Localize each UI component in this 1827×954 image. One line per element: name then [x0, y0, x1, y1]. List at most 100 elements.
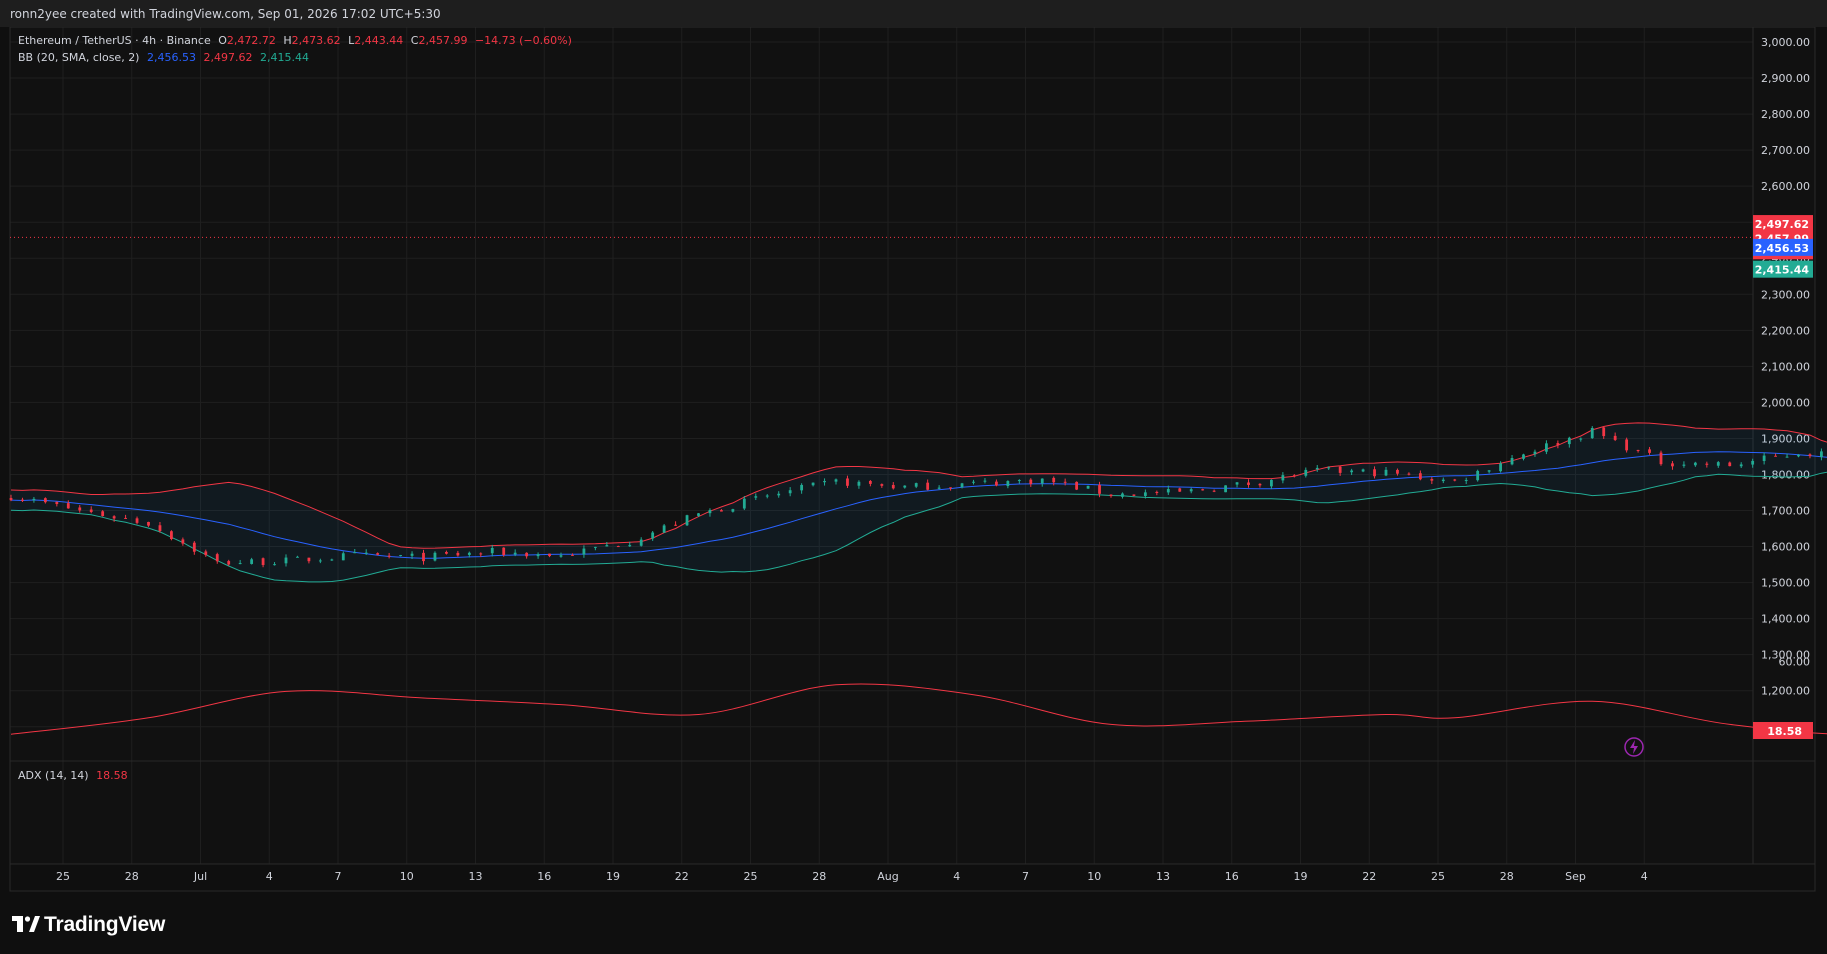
candle-body	[1522, 454, 1525, 459]
legend-open-label: O	[218, 34, 227, 47]
time-tick-label: 4	[953, 870, 960, 883]
candle-body	[433, 552, 437, 561]
candle-body	[1121, 493, 1124, 497]
candle-body	[571, 554, 574, 556]
time-tick-label: 13	[469, 870, 483, 883]
candle-body	[857, 481, 861, 486]
candle-body	[1052, 477, 1056, 483]
candle-body	[651, 532, 655, 539]
candle-body	[1625, 439, 1629, 451]
candle-body	[135, 518, 139, 523]
price-tick-label: 2,900.00	[1761, 72, 1810, 85]
time-tick-label: 25	[56, 870, 70, 883]
candle-body	[55, 501, 59, 505]
time-tick-label: 16	[1225, 870, 1239, 883]
footer	[0, 893, 1827, 954]
legend-high-label: H	[283, 34, 292, 47]
candle-body	[1212, 490, 1216, 492]
bb-upper-value: 2,497.62	[203, 51, 253, 64]
candle-body	[1556, 443, 1560, 446]
candle-body	[490, 547, 494, 554]
candle-body	[147, 521, 150, 526]
time-tick-label: 19	[606, 870, 620, 883]
price-tick-label: 1,700.00	[1761, 505, 1810, 518]
adx-legend: ADX (14, 14) 18.58	[18, 769, 132, 782]
price-tick-label: 2,000.00	[1761, 396, 1810, 409]
candle-body	[1579, 438, 1583, 440]
candle-body	[559, 555, 563, 557]
time-tick-label: 4	[1641, 870, 1648, 883]
candle-body	[1075, 481, 1079, 490]
candle-body	[1029, 479, 1033, 485]
candle-body	[78, 507, 82, 511]
candle-body	[1017, 480, 1021, 482]
candle-body	[261, 558, 265, 565]
candle-body	[628, 545, 632, 547]
candle-body	[1797, 454, 1800, 457]
candle-body	[1006, 481, 1010, 487]
candle-body	[880, 484, 884, 486]
candle-body	[1430, 478, 1434, 481]
candle-body	[983, 480, 987, 482]
candle-body	[731, 509, 735, 512]
candle-body	[158, 525, 162, 531]
candle-body	[720, 510, 723, 512]
candle-body	[284, 557, 288, 564]
adx-legend-value: 18.58	[96, 769, 128, 782]
time-tick-label: 7	[335, 870, 342, 883]
price-tick-label: 1,200.00	[1761, 685, 1810, 698]
candle-body	[1327, 467, 1331, 469]
candle-body	[32, 498, 36, 501]
candle-body	[914, 483, 918, 487]
candle-body	[1545, 443, 1548, 452]
adx-label: ADX (14, 14)	[18, 769, 89, 782]
candle-body	[1464, 479, 1468, 481]
candle-body	[1292, 475, 1296, 477]
candle-body	[513, 552, 517, 555]
candle-body	[1671, 463, 1674, 467]
time-tick-label: 28	[125, 870, 139, 883]
candle-body	[1693, 462, 1697, 466]
candle-body	[1235, 482, 1239, 485]
tradingview-mark-icon	[12, 915, 40, 933]
time-tick-label: Jul	[193, 870, 207, 883]
candle-body	[582, 548, 586, 555]
candle-body	[685, 515, 689, 526]
candle-body	[1098, 484, 1101, 494]
candle-body	[192, 542, 196, 552]
time-tick-label: 28	[812, 870, 826, 883]
candle-body	[318, 560, 322, 562]
candle-body	[949, 487, 952, 489]
candle-body	[1132, 494, 1136, 496]
candle-body	[181, 539, 185, 544]
time-tick-label: Aug	[877, 870, 898, 883]
candle-body	[639, 539, 643, 546]
candle-body	[1384, 469, 1388, 476]
candle-body	[1613, 435, 1617, 440]
candle-body	[101, 511, 105, 517]
bb-label: BB (20, SMA, close, 2)	[18, 51, 140, 64]
chart-canvas[interactable]: 3,000.00 2,900.00 2,800.00 2,700.00 2,600.00…	[0, 27, 1827, 893]
candle-body	[525, 552, 529, 557]
candle-body	[1510, 458, 1514, 465]
candle-body	[1247, 482, 1250, 485]
legend-high: 2,473.62	[291, 34, 341, 47]
candle-body	[960, 483, 964, 488]
candle-body	[445, 551, 448, 554]
adx-pane	[10, 762, 1815, 864]
time-tick-label: 10	[1087, 870, 1101, 883]
price-tick-label: 1,600.00	[1761, 541, 1810, 554]
price-label-text: 2,415.44	[1755, 264, 1810, 277]
candle-body	[903, 485, 907, 488]
candle-body	[66, 503, 70, 509]
candle-body	[708, 509, 712, 514]
candle-body	[1373, 469, 1376, 477]
time-tick-label: 13	[1156, 870, 1170, 883]
candle-body	[1281, 475, 1285, 481]
candle-body	[891, 484, 895, 489]
price-tick-label: 1,400.00	[1761, 613, 1810, 626]
candle-body	[399, 555, 402, 557]
tradingview-logo: TradingView	[12, 913, 165, 937]
candle-body	[1567, 437, 1571, 445]
candle-body	[1762, 455, 1766, 461]
